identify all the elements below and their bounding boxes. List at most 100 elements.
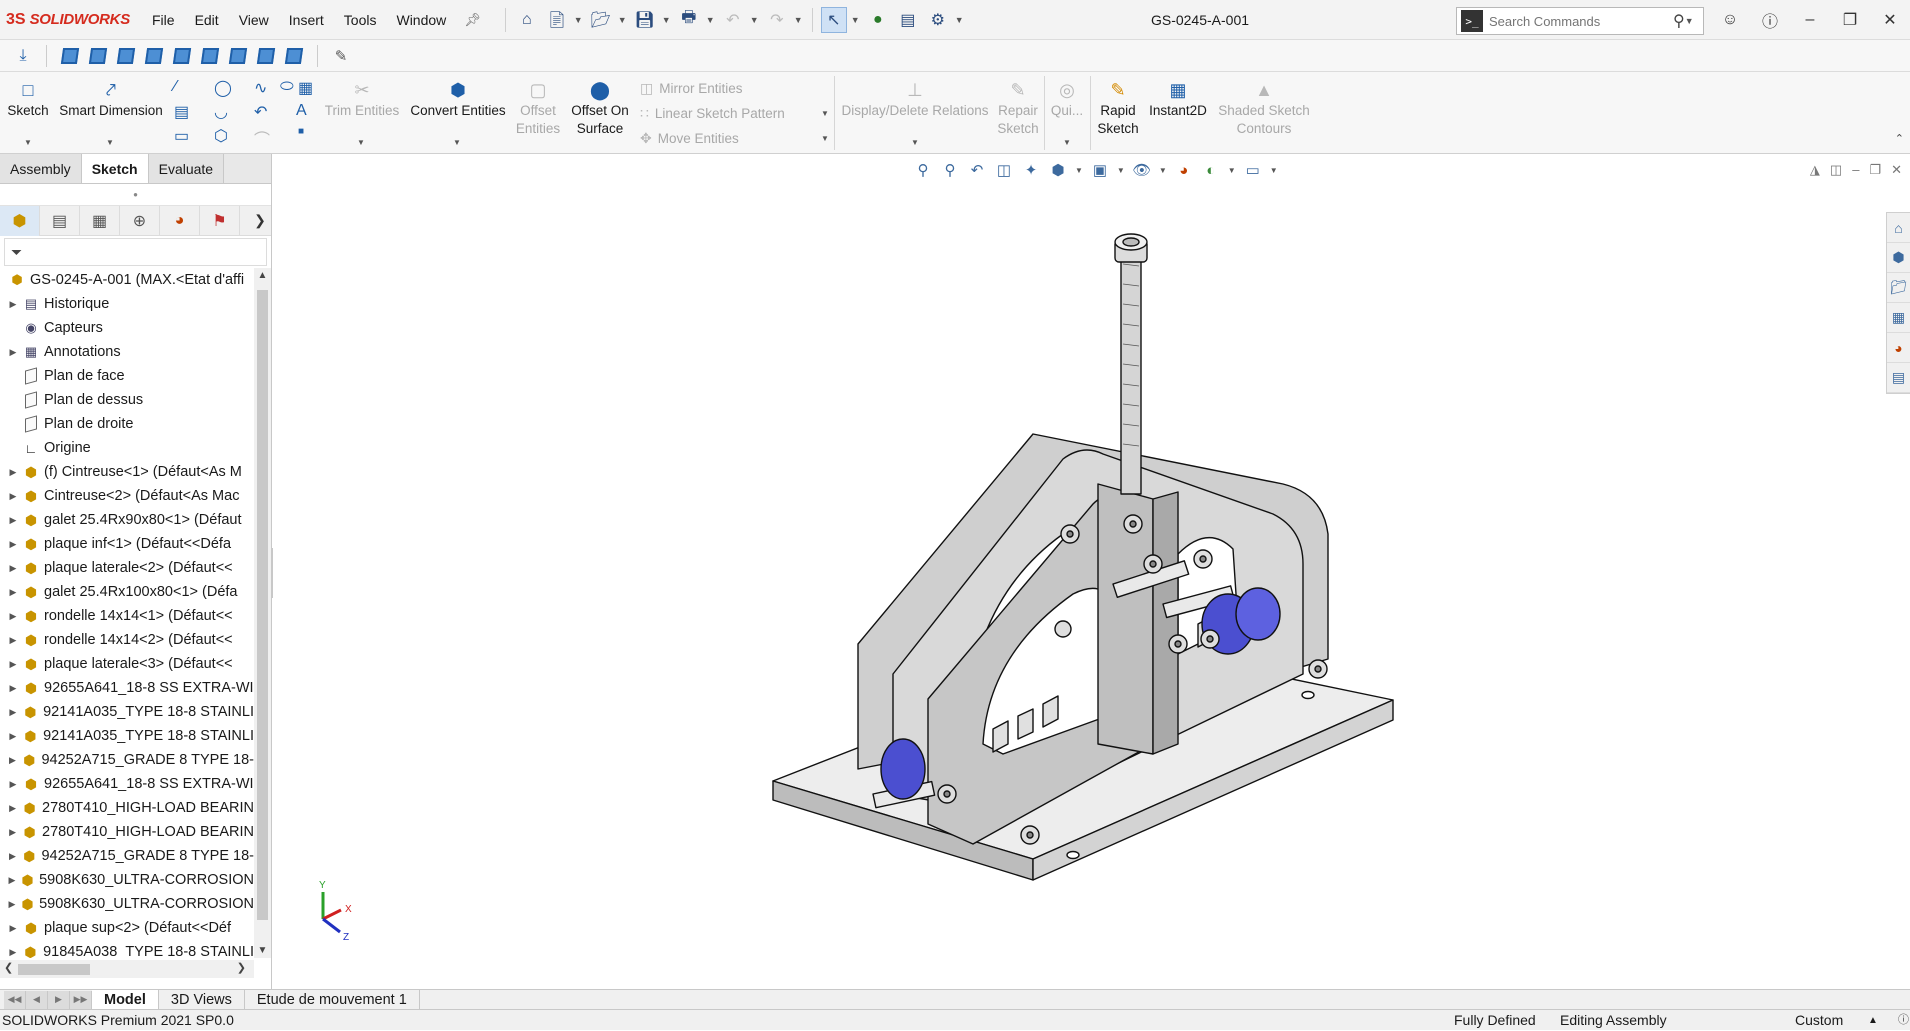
tree-item[interactable]: ▶ ⬢ plaque laterale<3> (Défaut<< xyxy=(0,652,254,676)
expand-arrow-icon[interactable]: ▶ xyxy=(6,563,20,574)
expand-arrow-icon[interactable]: ▶ xyxy=(6,947,20,958)
expand-arrow-icon[interactable]: ▶ xyxy=(6,683,20,694)
undo-icon[interactable]: ↶ xyxy=(720,7,746,33)
first-tab-icon[interactable]: ◀◀ xyxy=(4,990,26,1009)
tree-vertical-scrollbar[interactable]: ▲ ▼ xyxy=(254,268,271,958)
tree-item[interactable]: ▶ ⬢ 92141A035_TYPE 18-8 STAINLI xyxy=(0,700,254,724)
new-document-icon[interactable]: 📄︎ xyxy=(544,7,570,33)
expand-arrow-icon[interactable]: ▶ xyxy=(6,659,20,670)
offset-entities-button[interactable]: ▢ Offset Entities xyxy=(512,78,564,138)
tree-item[interactable]: ▶ ▦ Annotations xyxy=(0,340,254,364)
expand-arrow-icon[interactable]: ▶ xyxy=(6,899,18,910)
trim-dropdown-icon[interactable]: ▼ xyxy=(357,138,365,147)
tree-item[interactable]: ▶ ⬢ Cintreuse<2> (Défaut<As Mac xyxy=(0,484,254,508)
dimetric-view-icon[interactable] xyxy=(283,45,305,67)
tree-item[interactable]: ◉ Capteurs xyxy=(0,316,254,340)
tree-item[interactable]: ▶ ⬢ 5908K630_ULTRA-CORROSION xyxy=(0,868,254,892)
bottom-view-icon[interactable] xyxy=(199,45,221,67)
configuration-manager-tab-icon[interactable]: ▦ xyxy=(80,205,120,236)
search-dropdown-icon[interactable]: ▼ xyxy=(1685,16,1695,26)
expand-arrow-icon[interactable]: ▶ xyxy=(6,923,20,934)
expand-arrow-icon[interactable]: ▶ xyxy=(6,611,20,622)
point-icon[interactable]: ■ xyxy=(298,126,304,137)
property-manager-tab-icon[interactable]: ▤ xyxy=(40,205,80,236)
redo-icon[interactable]: ↷ xyxy=(764,7,790,33)
rapid-sketch-button[interactable]: ✎ Rapid Sketch xyxy=(1094,78,1142,138)
tree-item[interactable]: ▶ ⬢ galet 25.4Rx100x80<1> (Défa xyxy=(0,580,254,604)
open-folder-icon[interactable]: 📂︎ xyxy=(588,7,614,33)
feature-manager-tab-icon[interactable]: ⬢ xyxy=(0,205,40,236)
open-dropdown-icon[interactable]: ▼ xyxy=(618,15,628,25)
scroll-right-icon[interactable]: ❯ xyxy=(237,961,246,974)
trimetric-view-icon[interactable] xyxy=(255,45,277,67)
close-icon[interactable]: ✕ xyxy=(1870,10,1910,30)
save-dropdown-icon[interactable]: ▼ xyxy=(662,15,672,25)
user-account-icon[interactable]: ☺ xyxy=(1710,11,1750,29)
graphics-area[interactable]: ⚲ ⚲ ↶ ◫ ✦ ⬢ ▼ ▣ ▼ 👁︎ ▼ ◕ ◐ ▼ ▭ ▼ ◮ ◫ – ❐ ✕ ⌂ … xyxy=(273,154,1910,989)
expand-arrow-icon[interactable]: ▶ xyxy=(6,347,20,358)
tab-3d-views[interactable]: 3D Views xyxy=(159,989,245,1010)
spline-icon[interactable]: ∿ xyxy=(254,78,267,98)
shaded-sketch-contours-button[interactable]: ▲ Shaded Sketch Contours xyxy=(1214,78,1314,138)
isometric-view-icon[interactable] xyxy=(227,45,249,67)
menu-edit[interactable]: Edit xyxy=(185,0,229,40)
pressure-screw[interactable] xyxy=(1120,243,1142,495)
text-icon[interactable]: A xyxy=(296,102,307,120)
tree-item[interactable]: ▶ ⬢ plaque inf<1> (Défaut<<Défa xyxy=(0,532,254,556)
expand-arrow-icon[interactable]: ▶ xyxy=(6,851,19,862)
appearances-scenes-icon[interactable]: ◕ xyxy=(1887,333,1910,363)
help-icon[interactable]: ⓘ xyxy=(1750,8,1790,32)
expand-arrow-icon[interactable]: ▶ xyxy=(6,515,20,526)
sketch-fillet-icon[interactable]: ↶ xyxy=(254,102,267,122)
tab-evaluate[interactable]: Evaluate xyxy=(148,154,225,183)
tree-item[interactable]: Plan de dessus xyxy=(0,388,254,412)
mirror-entities-button[interactable]: ◫ Mirror Entities xyxy=(640,80,743,97)
solidworks-resources-icon[interactable]: ⌂ xyxy=(1887,213,1910,243)
collapse-ribbon-icon[interactable]: ⌃ xyxy=(1895,132,1904,145)
rebuild-status-icon[interactable]: ⓘ xyxy=(1898,1010,1909,1031)
tab-sketch[interactable]: Sketch xyxy=(81,154,149,183)
menu-file[interactable]: File xyxy=(142,0,185,40)
display-delete-relations-button[interactable]: ⊥ Display/Delete Relations xyxy=(840,78,990,120)
ellipse-icon[interactable]: ⬭ xyxy=(280,78,294,96)
tree-item[interactable]: ▶ ⬢ 5908K630_ULTRA-CORROSION xyxy=(0,892,254,916)
expand-arrow-icon[interactable]: ▶ xyxy=(6,635,20,646)
home-icon[interactable]: ⌂ xyxy=(514,7,540,33)
smart-dimension-dropdown-icon[interactable]: ▼ xyxy=(106,138,114,147)
tree-filter[interactable]: ⏷ xyxy=(4,238,267,266)
tree-item[interactable]: ▶ ▤ Historique xyxy=(0,292,254,316)
next-tab-icon[interactable]: ▶ xyxy=(48,990,70,1009)
tree-item[interactable]: ▶ ⬢ galet 25.4Rx90x80<1> (Défaut xyxy=(0,508,254,532)
dimxpert-manager-tab-icon[interactable]: ⊕ xyxy=(120,205,160,236)
expand-arrow-icon[interactable]: ▶ xyxy=(6,779,20,790)
expand-arrow-icon[interactable]: ▶ xyxy=(6,707,20,718)
tree-item[interactable]: ∟ Origine xyxy=(0,436,254,460)
panel-grip-icon[interactable]: ● xyxy=(0,184,271,206)
circle-icon[interactable]: ◯ xyxy=(214,78,232,98)
design-library-icon[interactable]: ⬢ xyxy=(1887,243,1910,273)
model-viewport-render[interactable] xyxy=(273,154,1873,989)
search-input[interactable] xyxy=(1489,13,1669,29)
tree-item[interactable]: ▶ ⬢ rondelle 14x14<1> (Défaut<< xyxy=(0,604,254,628)
convert-dropdown-icon[interactable]: ▼ xyxy=(453,138,461,147)
right-view-icon[interactable] xyxy=(143,45,165,67)
left-view-icon[interactable] xyxy=(115,45,137,67)
normal-to-icon[interactable]: ⤓ xyxy=(12,45,34,67)
polygon-icon[interactable]: ⬡ xyxy=(214,126,228,146)
fillet-grid-icon[interactable]: ▦ xyxy=(298,78,313,98)
save-icon[interactable]: 💾︎ xyxy=(632,7,658,33)
redo-dropdown-icon[interactable]: ▼ xyxy=(794,15,804,25)
tree-item[interactable]: Plan de face xyxy=(0,364,254,388)
expand-arrow-icon[interactable]: ▶ xyxy=(6,299,20,310)
front-view-icon[interactable] xyxy=(59,45,81,67)
smart-dimension-button[interactable]: ⤤ Smart Dimension xyxy=(56,78,166,120)
repair-sketch-button[interactable]: ✎ Repair Sketch xyxy=(994,78,1042,138)
scroll-left-icon[interactable]: ❮ xyxy=(4,961,13,974)
undo-dropdown-icon[interactable]: ▼ xyxy=(750,15,760,25)
options-gear-icon[interactable]: ⚙ xyxy=(925,7,951,33)
select-arrow-icon[interactable]: ↖ xyxy=(820,6,847,33)
expand-arrow-icon[interactable]: ▶ xyxy=(6,755,19,766)
convert-entities-button[interactable]: ⬢ Convert Entities xyxy=(406,78,510,120)
view-palette-icon[interactable]: ▦ xyxy=(1887,303,1910,333)
pattern-dropdown-icon[interactable]: ▼ xyxy=(821,109,829,118)
